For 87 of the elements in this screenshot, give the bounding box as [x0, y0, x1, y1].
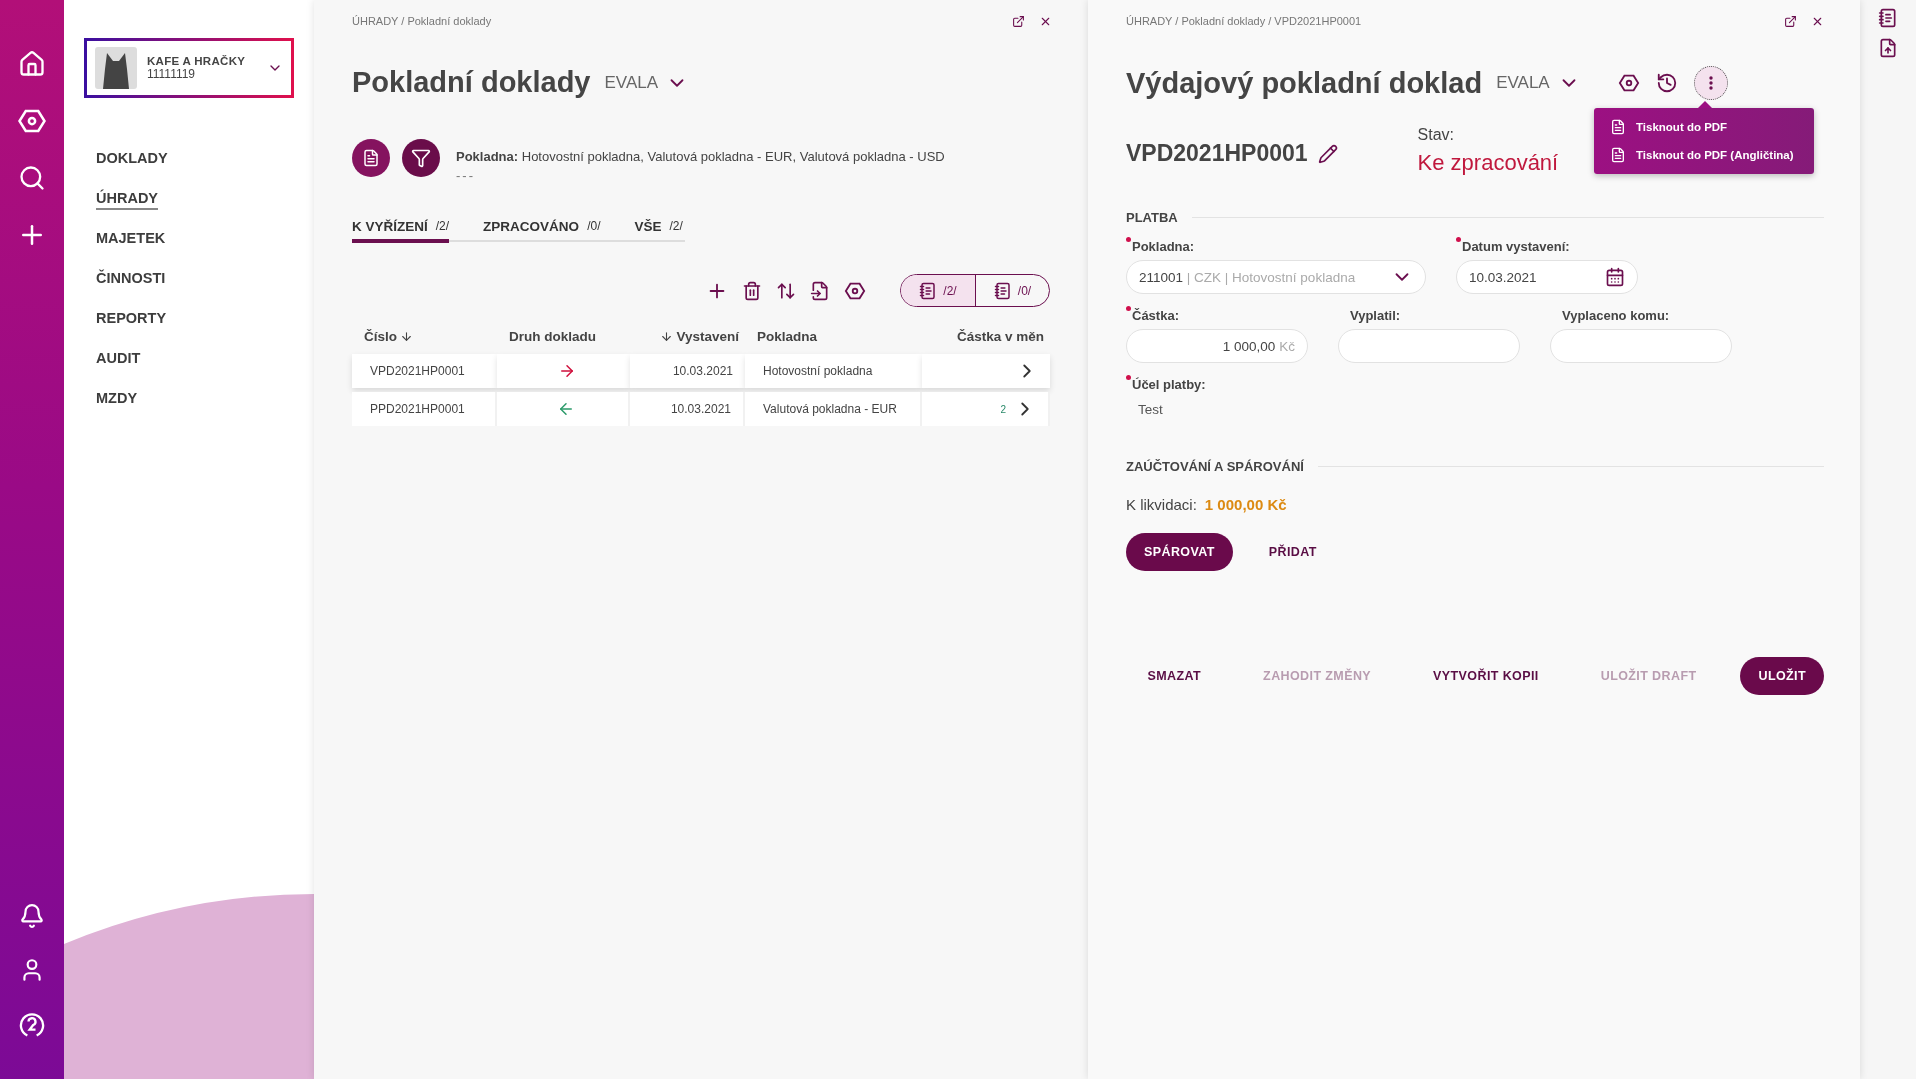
register-select[interactable]: 211001 | CZK | Hotovostní pokladna	[1126, 260, 1426, 294]
date-field[interactable]: 10.03.2021	[1456, 260, 1638, 294]
org-selector[interactable]: EVALA	[1496, 72, 1580, 94]
field-label: Vyplaceno komu:	[1561, 308, 1671, 323]
footer-button[interactable]: ULOŽIT	[1740, 657, 1824, 695]
filter-icon	[411, 148, 431, 168]
popout-icon[interactable]	[1784, 14, 1797, 28]
document-icon	[362, 149, 380, 167]
column-header[interactable]: Pokladna	[745, 329, 922, 354]
company-name: KAFE A HRAČKY	[147, 55, 247, 67]
table-cell: PPD2021HP0001	[352, 392, 497, 426]
table-cell: 10.03.2021	[630, 392, 745, 426]
field-label: Částka:	[1126, 308, 1308, 323]
document-list-icon	[993, 281, 1012, 300]
company-id: 11111119	[147, 67, 197, 81]
column-header[interactable]: Číslo	[352, 329, 497, 354]
page-title: Pokladní doklady	[352, 66, 591, 99]
history-icon[interactable]	[1655, 72, 1678, 94]
tab[interactable]: VŠE /2/	[634, 219, 683, 243]
view-toggle[interactable]: /2/	[901, 275, 975, 306]
filter-extra: ---	[456, 168, 475, 183]
nav-item[interactable]: DOKLADY	[96, 150, 168, 170]
nav-item[interactable]: AUDIT	[96, 350, 141, 370]
detail-title: Výdajový pokladní doklad	[1126, 66, 1483, 100]
breadcrumb[interactable]: ÚHRADY / Pokladní doklady	[352, 15, 492, 27]
column-header[interactable]: Částka v měn	[922, 329, 1050, 354]
balance-label: K likvidaci:	[1126, 496, 1197, 513]
bell-icon[interactable]	[19, 903, 45, 929]
amount-field[interactable]: 1 000,00 Kč	[1126, 329, 1308, 363]
tab[interactable]: ZPRACOVÁNO /0/	[483, 219, 601, 243]
company-switcher[interactable]: KAFE A HRAČKY 11111119	[84, 38, 294, 98]
tab[interactable]: K VYŘÍZENÍ /2/	[352, 219, 450, 243]
pencil-icon[interactable]	[1317, 143, 1338, 164]
column-header[interactable]: Vystavení	[630, 329, 745, 354]
footer-button[interactable]: SMAZAT	[1129, 657, 1220, 695]
sort-arrow-icon	[400, 330, 413, 343]
home-icon[interactable]	[18, 50, 46, 78]
table-cell: 10.03.2021	[630, 354, 745, 388]
footer-button[interactable]: VYTVOŘIT KOPII	[1415, 657, 1557, 695]
import-icon[interactable]	[810, 280, 830, 301]
breadcrumb[interactable]: ÚHRADY / Pokladní doklady / VPD2021HP0001	[1126, 15, 1362, 27]
more-button[interactable]	[1693, 66, 1728, 100]
help-icon[interactable]	[18, 1011, 46, 1039]
nav-item[interactable]: ČINNOSTI	[96, 270, 166, 290]
org-selector[interactable]: EVALA	[604, 71, 689, 94]
field-label: Vyplatil:	[1349, 308, 1402, 323]
field-value: Test	[1137, 401, 1164, 419]
menu-pointer	[1698, 101, 1712, 108]
menu-item[interactable]: Tisknout do PDF	[1610, 116, 1798, 138]
delete-icon[interactable]	[742, 280, 762, 301]
sort-arrow-icon	[660, 330, 674, 343]
calendar-icon[interactable]	[1605, 267, 1625, 287]
notes-icon[interactable]	[1878, 8, 1898, 28]
column-header[interactable]: Druh dokladu	[497, 329, 630, 354]
field-label: Datum vystavení:	[1456, 239, 1638, 254]
filter-summary-button[interactable]	[352, 139, 390, 177]
avatar-icon	[95, 47, 137, 89]
filter-summary: Pokladna: Hotovostní pokladna, Valutová pokladna - EUR, Valutová pokladna - USD	[456, 149, 945, 164]
table-cell: 2	[1000, 403, 1006, 415]
settings-icon[interactable]	[1617, 72, 1640, 94]
balance-value: 1 000,00 Kč	[1204, 496, 1287, 513]
document-number: VPD2021HP0001	[1126, 140, 1308, 167]
field-label: Pokladna:	[1126, 239, 1426, 254]
section-title: ZAÚČTOVÁNÍ A SPÁROVÁNÍ	[1126, 459, 1304, 474]
view-toggle[interactable]: /0/	[975, 275, 1049, 306]
status-label: Stav:	[1417, 126, 1456, 144]
upload-icon[interactable]	[1878, 38, 1898, 58]
input-field[interactable]	[1550, 329, 1732, 363]
table-cell: Hotovostní pokladna	[745, 354, 922, 388]
status-value: Ke zpracování	[1417, 150, 1559, 176]
table-cell: VPD2021HP0001	[352, 354, 497, 388]
popout-icon[interactable]	[1012, 14, 1025, 28]
nav-item[interactable]: REPORTY	[96, 310, 167, 330]
input-field[interactable]	[1338, 329, 1520, 363]
nav-item[interactable]: MAJETEK	[96, 230, 166, 250]
menu-item[interactable]: Tisknout do PDF (Angličtina)	[1610, 144, 1798, 166]
document-list-icon	[919, 281, 938, 300]
more-icon	[1708, 76, 1713, 90]
field-label: Účel platby:	[1126, 377, 1206, 392]
table-cell: Valutová pokladna - EUR	[745, 392, 922, 426]
action-button[interactable]: SPÁROVAT	[1126, 533, 1233, 571]
section-title: PLATBA	[1126, 210, 1178, 225]
filter-button[interactable]	[402, 139, 440, 177]
nav-item[interactable]: MZDY	[96, 390, 138, 410]
search-icon[interactable]	[18, 164, 46, 192]
nav-item[interactable]: ÚHRADY	[96, 190, 159, 210]
action-button[interactable]: PŘIDAT	[1250, 533, 1335, 571]
